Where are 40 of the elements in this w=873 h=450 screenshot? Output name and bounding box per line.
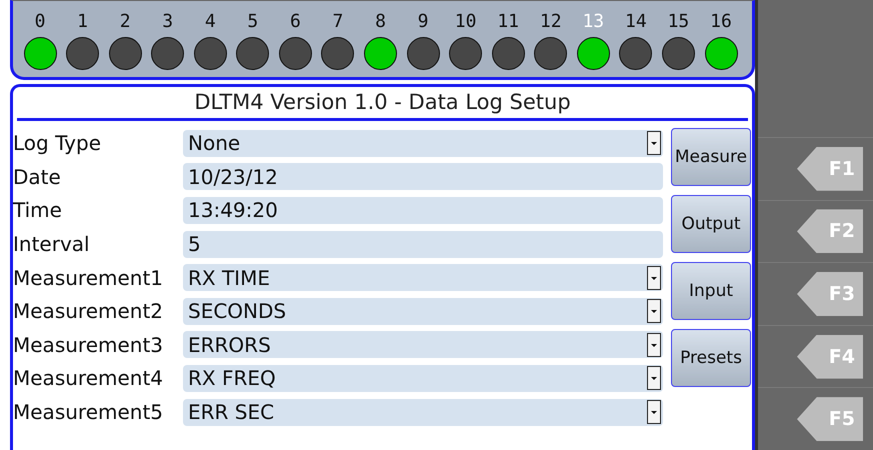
field-label: Measurement5 [13, 400, 164, 424]
field-label: Date [13, 164, 62, 189]
channel-number: 15 [668, 11, 690, 33]
channel-number: 9 [418, 11, 428, 33]
dropdown-field[interactable]: RX TIME [183, 264, 663, 292]
field-label: Interval [13, 232, 91, 256]
input-field[interactable]: 10/23/12 [183, 163, 663, 190]
channel-number: 3 [162, 11, 174, 33]
menu-button[interactable]: Measure [671, 128, 751, 186]
menu-button[interactable]: Input [671, 262, 751, 320]
channel-number: 16 [710, 11, 732, 33]
field-label: Time [13, 198, 63, 222]
field-label: Log Type [13, 131, 102, 156]
channel-number: 8 [375, 11, 386, 33]
channel-number: 4 [204, 11, 216, 33]
field-label: Measurement2 [13, 299, 164, 324]
channel-number: 14 [625, 11, 647, 33]
dropdown-field[interactable]: RX FREQ [183, 364, 663, 392]
dropdown-field[interactable]: None [183, 130, 663, 157]
channel-number: 0 [34, 11, 46, 33]
channel-number: 1 [77, 11, 88, 33]
channel-number: 11 [497, 11, 520, 33]
menu-button[interactable]: Presets [671, 329, 751, 387]
channel-number: 7 [332, 11, 344, 33]
input-field[interactable]: 13:49:20 [183, 196, 663, 224]
menu-button[interactable]: Output [671, 195, 751, 253]
input-field[interactable]: 5 [183, 230, 663, 258]
panel-title: DLTM4 Version 1.0 - Data Log Setup [17, 87, 748, 121]
dropdown-field[interactable]: SECONDS [183, 298, 663, 325]
channel-number: 2 [120, 11, 131, 33]
field-label: Measurement3 [13, 332, 164, 357]
channel-number: 5 [247, 11, 258, 33]
channel-number: 10 [454, 11, 476, 33]
channel-number: 13 [582, 11, 604, 33]
channel-number: 12 [540, 11, 562, 33]
channel-number: 6 [290, 11, 301, 33]
dropdown-field[interactable]: ERR SEC [183, 398, 663, 426]
field-label: Measurement1 [13, 266, 164, 290]
dropdown-field[interactable]: ERRORS [183, 331, 663, 358]
field-label: Measurement4 [13, 366, 164, 390]
